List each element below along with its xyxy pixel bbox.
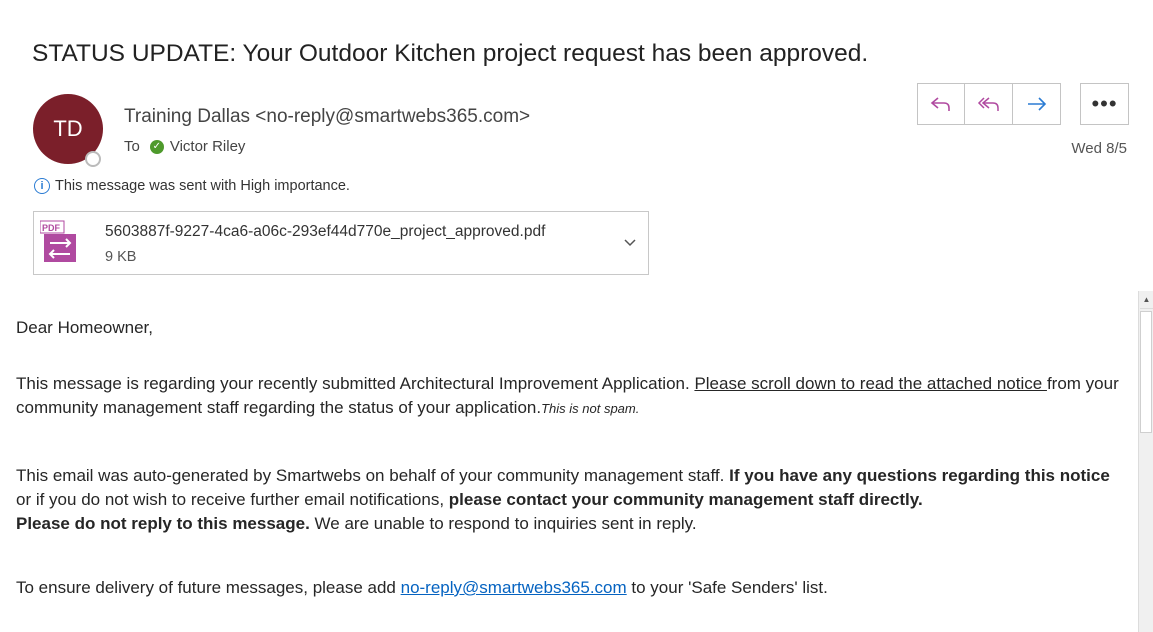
auto-text-2: or if you do not wish to receive further…	[16, 490, 449, 509]
auto-text-1: This email was auto-generated by Smartwe…	[16, 466, 730, 485]
more-icon: •••	[1091, 91, 1118, 116]
verified-check-icon: ✓	[149, 139, 164, 154]
chevron-down-icon[interactable]	[624, 234, 636, 250]
reply-all-button[interactable]	[965, 83, 1013, 125]
importance-banner: i This message was sent with High import…	[34, 178, 350, 194]
reply-all-icon	[977, 97, 999, 111]
attachment-filename[interactable]: 5603887f-9227-4ca6-a06c-293ef44d770e_pro…	[105, 223, 545, 241]
recipient-row: To ✓ Victor Riley	[124, 138, 245, 155]
forward-icon	[1027, 97, 1046, 111]
auto-bold-1: If you have any questions regarding this…	[729, 466, 1110, 485]
greeting: Dear Homeowner,	[16, 318, 154, 337]
scroll-up-arrow-icon[interactable]: ▲	[1140, 291, 1153, 309]
received-date: Wed 8/5	[1071, 140, 1127, 157]
intro-text: This message is regarding your recently …	[16, 374, 695, 393]
not-spam-note: This is not spam.	[541, 401, 640, 416]
vertical-scrollbar[interactable]: ▲	[1138, 291, 1153, 632]
sender-name[interactable]: Training Dallas <no-reply@smartwebs365.c…	[124, 106, 530, 128]
safe-sender-email-link[interactable]: no-reply@smartwebs365.com	[401, 578, 627, 597]
email-subject: STATUS UPDATE: Your Outdoor Kitchen proj…	[32, 40, 869, 67]
attachment-size: 9 KB	[105, 249, 137, 265]
pdf-file-icon: PDF	[40, 220, 76, 262]
recipient-name[interactable]: Victor Riley	[170, 138, 246, 155]
svg-text:PDF: PDF	[42, 223, 61, 233]
message-actions	[917, 83, 1061, 125]
avatar-initials: TD	[53, 116, 83, 141]
info-icon: i	[34, 178, 50, 194]
importance-text: This message was sent with High importan…	[55, 178, 350, 194]
body-paragraph-safe-senders: To ensure delivery of future messages, p…	[16, 576, 828, 600]
auto-bold-2: please contact your community management…	[448, 490, 923, 509]
attachment-card[interactable]: PDF 5603887f-9227-4ca6-a06c-293ef44d770e…	[33, 211, 649, 275]
forward-button[interactable]	[1013, 83, 1061, 125]
reply-icon	[930, 97, 950, 111]
reply-button[interactable]	[917, 83, 965, 125]
safe-text-2: to your 'Safe Senders' list.	[626, 578, 828, 597]
to-label: To	[124, 138, 140, 155]
body-paragraph-intro: This message is regarding your recently …	[16, 372, 1126, 421]
auto-text-3: We are unable to respond to inquiries se…	[309, 514, 697, 533]
safe-text-1: To ensure delivery of future messages, p…	[16, 578, 401, 597]
more-actions-button[interactable]: •••	[1080, 83, 1129, 125]
body-paragraph-auto-generated: This email was auto-generated by Smartwe…	[16, 464, 1126, 536]
auto-bold-3: Please do not reply to this message.	[16, 514, 310, 533]
scroll-notice-text: Please scroll down to read the attached …	[694, 374, 1047, 393]
presence-status-icon	[85, 151, 101, 167]
scroll-thumb[interactable]	[1140, 311, 1152, 433]
